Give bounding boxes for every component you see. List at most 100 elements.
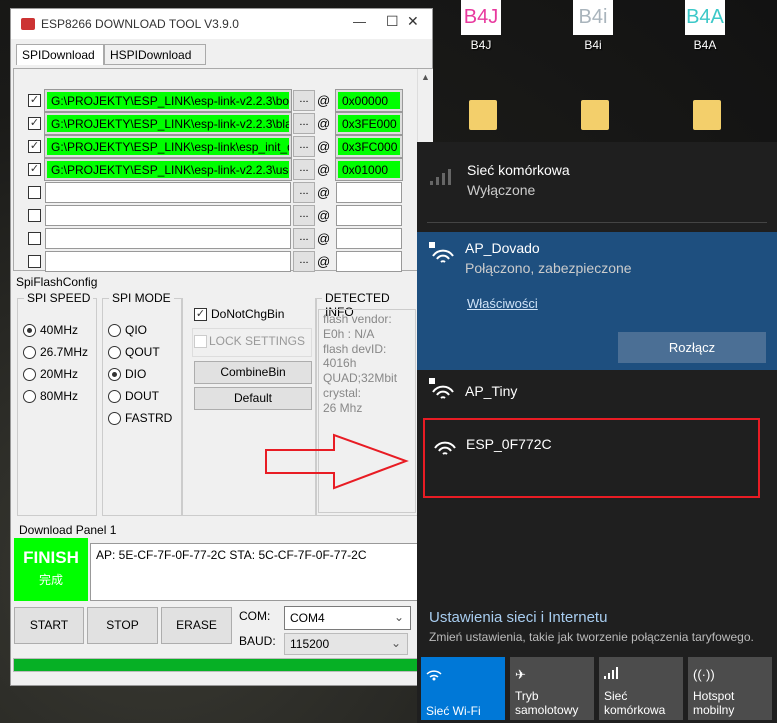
properties-link[interactable]: Właściwości <box>467 296 538 311</box>
file-checkbox[interactable]: ✓ <box>28 94 41 107</box>
network-settings-link[interactable]: Ustawienia sieci i Internetu <box>429 609 607 626</box>
file-path-input[interactable]: G:\PROJEKTY\ESP_LINK\esp-link\esp_init_d… <box>44 135 292 158</box>
detected-info-line: flash vendor: <box>323 312 392 326</box>
browse-button[interactable]: ... <box>293 90 315 111</box>
address-input[interactable]: 0x00000 <box>335 89 403 112</box>
radio-button[interactable] <box>108 346 121 359</box>
radio-label: 20MHz <box>40 367 79 381</box>
file-path-input[interactable] <box>45 182 291 203</box>
erase-button[interactable]: ERASE <box>161 607 232 644</box>
combinebin-button[interactable]: CombineBin <box>194 361 312 384</box>
quick-action-hotspot[interactable]: ((·)) Hotspot mobilny <box>688 657 772 720</box>
browse-button[interactable]: ... <box>293 251 315 272</box>
folder-icon[interactable] <box>469 100 497 130</box>
browse-button[interactable]: ... <box>293 136 315 157</box>
esp-download-tool-window: ESP8266 DOWNLOAD TOOL V3.9.0 — ☐ ✕ SPIDo… <box>10 8 433 686</box>
radio-button[interactable] <box>23 324 36 337</box>
file-path-input[interactable] <box>45 251 291 272</box>
window-title: ESP8266 DOWNLOAD TOOL V3.9.0 <box>41 17 239 31</box>
address-input[interactable]: 0x01000 <box>335 158 403 181</box>
address-input[interactable] <box>336 205 402 226</box>
title-bar: ESP8266 DOWNLOAD TOOL V3.9.0 — ☐ ✕ <box>11 9 432 39</box>
radio-button[interactable] <box>23 390 36 403</box>
desktop-shortcut-icon[interactable]: B4A <box>685 0 725 35</box>
network-flyout: Sieć komórkowa Wyłączone AP_Dovado Połąc… <box>417 142 777 723</box>
scroll-up-icon[interactable]: ▲ <box>418 72 433 82</box>
baud-value: 115200 <box>290 637 330 651</box>
browse-button[interactable]: ... <box>293 159 315 180</box>
quick-action-cellular[interactable]: Sieć komórkowa <box>599 657 683 720</box>
wifi-item-ap-tiny[interactable]: AP_Tiny <box>417 372 777 412</box>
browse-button[interactable]: ... <box>293 182 315 203</box>
address-input[interactable] <box>336 182 402 203</box>
radio-button[interactable] <box>108 390 121 403</box>
file-checkbox[interactable]: ✓ <box>28 117 41 130</box>
radio-button[interactable] <box>23 346 36 359</box>
at-label: @ <box>317 139 331 154</box>
desktop-shortcut-icon[interactable]: B4i <box>573 0 613 35</box>
address-input[interactable]: 0x3FE000 <box>335 112 403 135</box>
file-checkbox[interactable]: ✓ <box>28 163 41 176</box>
file-checkbox[interactable] <box>28 255 41 268</box>
com-select[interactable]: COM4 ⌄ <box>284 606 411 630</box>
folder-icon[interactable] <box>581 100 609 130</box>
spiflashconfig-label: SpiFlashConfig <box>16 275 98 289</box>
minimize-button[interactable]: — <box>353 14 366 29</box>
radio-label: 26.7MHz <box>40 345 89 359</box>
file-path-input[interactable]: G:\PROJEKTY\ESP_LINK\esp-link-v2.2.3\use… <box>44 158 292 181</box>
file-checkbox[interactable] <box>28 209 41 222</box>
file-path-input[interactable]: G:\PROJEKTY\ESP_LINK\esp-link-v2.2.3\bla… <box>44 112 292 135</box>
tile-label-2: komórkowa <box>604 703 666 717</box>
browse-button[interactable]: ... <box>293 228 315 249</box>
quick-action-airplane[interactable]: ✈ Tryb samolotowy <box>510 657 594 720</box>
radio-button[interactable] <box>108 412 121 425</box>
radio-button[interactable] <box>108 368 121 381</box>
lock-settings-checkbox[interactable] <box>194 335 207 348</box>
radio-label: QOUT <box>125 345 160 359</box>
stop-button[interactable]: STOP <box>87 607 158 644</box>
baud-select[interactable]: 115200 ⌄ <box>284 633 408 655</box>
file-path-input[interactable] <box>45 228 291 249</box>
tab-spidownload[interactable]: SPIDownload <box>16 44 104 65</box>
maximize-button[interactable]: ☐ <box>386 13 399 30</box>
wifi-item-ap-dovado[interactable]: AP_Dovado Połączono, zabezpieczone Właśc… <box>417 232 777 370</box>
browse-button[interactable]: ... <box>293 205 315 226</box>
address-input[interactable]: 0x3FC000 <box>335 135 403 158</box>
file-checkbox[interactable] <box>28 232 41 245</box>
tile-label: Sieć Wi-Fi <box>426 704 481 718</box>
disconnect-button[interactable]: Rozłącz <box>618 332 766 363</box>
donotchgbin-checkbox[interactable]: ✓ <box>194 308 207 321</box>
radio-button[interactable] <box>108 324 121 337</box>
cellular-name[interactable]: Sieć komórkowa <box>467 162 570 178</box>
file-checkbox[interactable]: ✓ <box>28 140 41 153</box>
address-input[interactable] <box>336 228 402 249</box>
folder-icon[interactable] <box>693 100 721 130</box>
browse-button[interactable]: ... <box>293 113 315 134</box>
tile-label-2: samolotowy <box>515 703 579 717</box>
detected-info-line: 4016h <box>323 356 357 371</box>
detected-info-line: 26 Mhz <box>323 400 363 415</box>
spi-mode-group: SPI MODE QIO QOUT DIO DOUT FASTRD <box>102 291 182 516</box>
at-label: @ <box>317 162 331 177</box>
address-input[interactable] <box>336 251 402 272</box>
status-text: FINISH <box>23 548 79 567</box>
default-button[interactable]: Default <box>194 387 312 410</box>
file-checkbox[interactable] <box>28 186 41 199</box>
desktop-shortcut-icon[interactable]: B4J <box>461 0 501 35</box>
wifi-item-esp[interactable]: ESP_0F772C <box>423 418 760 498</box>
radio-button[interactable] <box>23 368 36 381</box>
file-path-input[interactable] <box>45 205 291 226</box>
cellular-status: Wyłączone <box>467 182 536 198</box>
close-button[interactable]: ✕ <box>407 13 419 30</box>
tab-hspidownload[interactable]: HSPIDownload <box>104 44 206 65</box>
log-output: AP: 5E-CF-7F-0F-77-2C STA: 5C-CF-7F-0F-7… <box>90 543 420 601</box>
cellular-signal-icon <box>429 168 453 189</box>
start-button[interactable]: START <box>14 607 84 644</box>
tile-label: Sieć <box>604 689 628 703</box>
quick-action-wifi[interactable]: Sieć Wi-Fi <box>421 657 505 720</box>
detected-info-line: E0h : N/A <box>323 326 375 341</box>
file-path-input[interactable]: G:\PROJEKTY\ESP_LINK\esp-link-v2.2.3\boo… <box>44 89 292 112</box>
at-label: @ <box>317 208 331 223</box>
airplane-icon: ✈ <box>515 667 526 682</box>
baud-label: BAUD: <box>239 634 276 648</box>
